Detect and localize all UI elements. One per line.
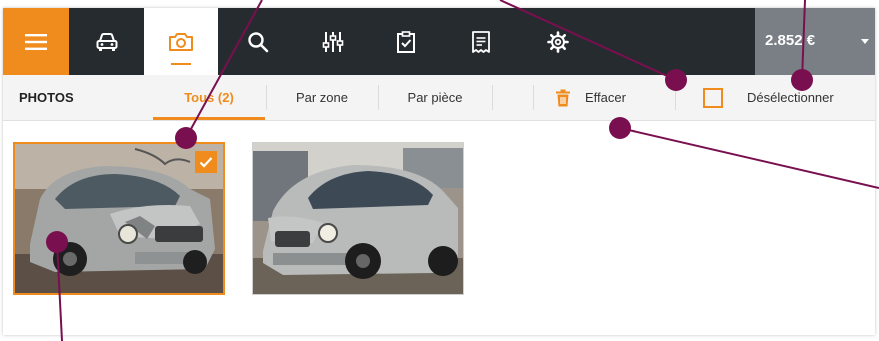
active-nav-indicator <box>171 63 191 65</box>
chevron-down-icon <box>861 39 869 44</box>
sliders-icon <box>322 31 344 52</box>
trash-icon <box>556 89 570 106</box>
selected-check-icon[interactable] <box>195 151 217 173</box>
search-icon <box>248 31 269 52</box>
estimate-total-dropdown[interactable]: 2.852 € <box>755 8 875 75</box>
receipt-icon <box>471 30 490 53</box>
camera-icon <box>169 32 193 51</box>
estimate-total-amount: 2.852 € <box>765 32 816 49</box>
settings-sliders-nav-button[interactable] <box>298 8 368 75</box>
tab-by-part[interactable]: Par pièce <box>379 75 491 120</box>
divider <box>533 85 534 110</box>
deselect-all-button[interactable]: Désélectionner <box>703 75 875 120</box>
checklist-nav-button[interactable] <box>368 8 443 75</box>
clipboard-check-icon <box>396 30 415 53</box>
tab-label: Tous (2) <box>184 90 234 105</box>
gear-icon <box>547 30 569 53</box>
vehicle-nav-button[interactable] <box>69 8 144 75</box>
settings-nav-button[interactable] <box>518 8 598 75</box>
tab-label: Par zone <box>295 90 349 105</box>
tab-all-photos[interactable]: Tous (2) <box>153 75 265 120</box>
section-title: PHOTOS <box>19 90 74 105</box>
photo-thumbnail-selected[interactable] <box>13 142 225 295</box>
app-window: 2.852 € PHOTOS Tous (2) Par zone Par piè… <box>3 8 875 335</box>
menu-button[interactable] <box>3 8 69 75</box>
tab-label: Par pièce <box>407 90 463 105</box>
divider <box>675 85 676 110</box>
damaged-car-photo <box>253 143 463 294</box>
damaged-car-photo <box>15 144 223 293</box>
photos-nav-button[interactable] <box>144 8 218 75</box>
invoice-nav-button[interactable] <box>443 8 518 75</box>
search-nav-button[interactable] <box>218 8 298 75</box>
deselect-button-label: Désélectionner <box>747 90 834 105</box>
photo-thumbnail[interactable] <box>252 142 464 295</box>
divider <box>492 85 493 110</box>
checkbox-empty-icon <box>703 87 723 108</box>
car-icon <box>96 32 117 51</box>
tab-by-zone[interactable]: Par zone <box>267 75 377 120</box>
top-nav: 2.852 € <box>3 8 875 75</box>
clear-button-label: Effacer <box>585 90 626 105</box>
clear-button[interactable]: Effacer <box>555 75 675 120</box>
hamburger-menu-icon <box>25 33 47 50</box>
photos-toolbar: PHOTOS Tous (2) Par zone Par pièce Effac… <box>3 75 875 121</box>
active-tab-indicator <box>153 117 265 120</box>
